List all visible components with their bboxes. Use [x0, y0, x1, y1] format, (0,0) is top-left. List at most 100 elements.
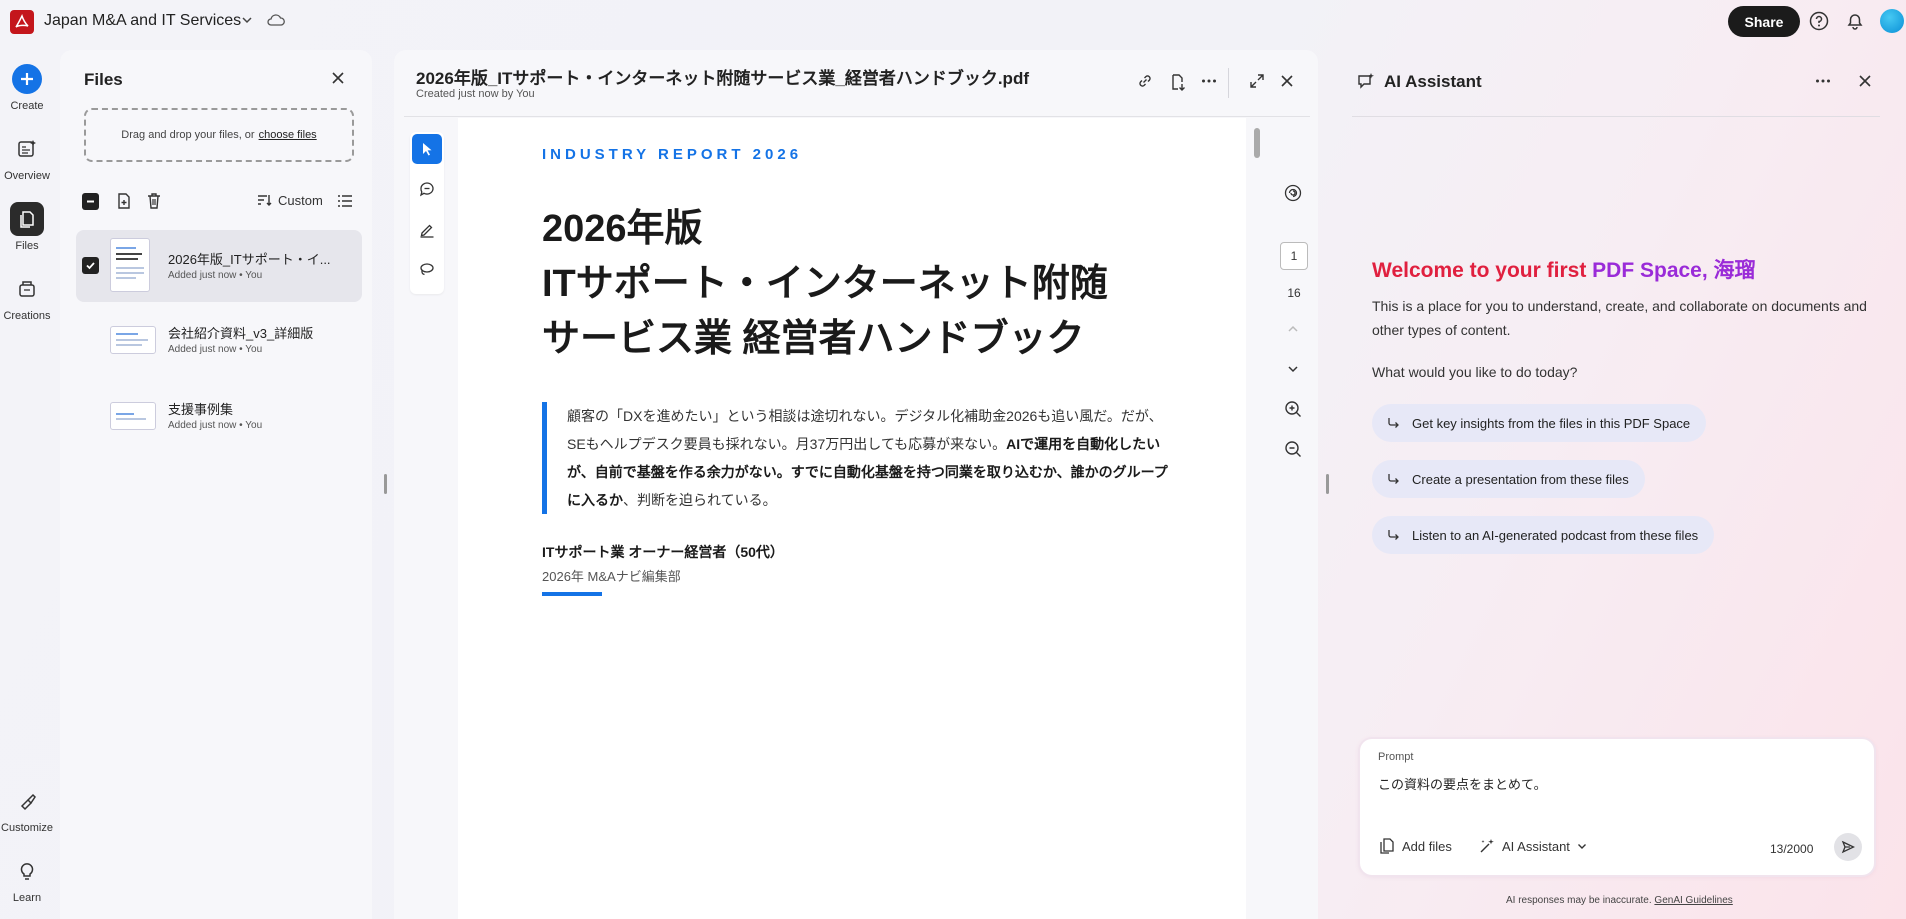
nav-learn-label: Learn — [12, 892, 42, 904]
help-icon[interactable] — [1808, 10, 1830, 32]
copy-link-button[interactable] — [1136, 72, 1154, 90]
document-export-icon — [1172, 74, 1185, 91]
prompt-input[interactable] — [1378, 771, 1856, 795]
expand-button[interactable] — [1248, 72, 1266, 90]
ai-description: This is a place for you to understand, c… — [1372, 298, 1867, 338]
suggestion-podcast[interactable]: Listen to an AI-generated podcast from t… — [1372, 516, 1715, 554]
page-navigation: 1 16 — [1270, 118, 1318, 919]
nav-creations[interactable]: Creations — [0, 272, 54, 322]
user-avatar[interactable] — [1880, 9, 1904, 33]
file-thumbnail — [110, 402, 156, 430]
share-button[interactable]: Share — [1728, 6, 1800, 37]
chevron-down-icon — [1577, 844, 1586, 849]
send-button[interactable] — [1834, 833, 1862, 861]
delete-button[interactable] — [144, 191, 164, 211]
suggestion-presentation[interactable]: Create a presentation from these files — [1372, 460, 1645, 498]
files-resize-handle[interactable] — [384, 474, 387, 494]
welcome-space-name: PDF Space, 海瑠 — [1592, 259, 1756, 282]
creations-icon — [10, 272, 44, 306]
chevron-up-icon — [1288, 325, 1298, 332]
arrow-return-icon — [1388, 530, 1399, 540]
close-icon — [332, 72, 344, 84]
export-pdf-button[interactable] — [1168, 72, 1188, 92]
ai-resize-handle[interactable] — [1326, 474, 1329, 494]
select-tool-button[interactable] — [412, 134, 442, 164]
character-count: 13/2000 — [1770, 842, 1814, 856]
add-files-button[interactable]: Add files — [1378, 837, 1452, 855]
comment-icon — [419, 182, 434, 197]
nav-create-label: Create — [10, 100, 44, 112]
file-list-item[interactable]: 会社紹介資料_v3_詳細版 Added just now • You — [76, 304, 362, 376]
ai-mode-label: AI Assistant — [1502, 838, 1570, 854]
pen-highlight-icon — [420, 224, 434, 238]
customize-brush-icon — [10, 784, 44, 818]
cloud-icon[interactable] — [266, 12, 286, 28]
files-close-button[interactable] — [330, 70, 346, 86]
ai-chat-icon — [1284, 184, 1302, 202]
select-all-checkbox[interactable] — [82, 193, 99, 210]
more-horizontal-icon — [1202, 79, 1216, 83]
nav-create[interactable]: Create — [0, 62, 54, 112]
chevron-down-icon[interactable] — [240, 13, 254, 27]
nav-customize[interactable]: Customize — [0, 784, 54, 834]
choose-files-link[interactable]: choose files — [259, 129, 317, 141]
ai-panel-title: AI Assistant — [1384, 72, 1482, 91]
file-name: 支援事例集 — [168, 402, 234, 417]
current-page-input[interactable]: 1 — [1280, 242, 1308, 270]
send-arrow-icon — [1841, 840, 1855, 854]
ai-summary-button[interactable] — [1282, 182, 1304, 204]
file-thumbnail — [110, 238, 150, 292]
document-more-button[interactable] — [1200, 72, 1218, 90]
file-dropzone[interactable]: Drag and drop your files, or choose file… — [84, 108, 354, 162]
nav-overview[interactable]: Overview — [0, 132, 54, 182]
file-thumbnail — [110, 326, 156, 354]
previous-page-button[interactable] — [1282, 318, 1304, 340]
zoom-out-icon — [1285, 441, 1301, 457]
next-page-button[interactable] — [1282, 358, 1304, 380]
scrollbar-thumb[interactable] — [1254, 128, 1260, 158]
suggestion-label: Create a presentation from these files — [1412, 471, 1629, 487]
sort-button[interactable]: Custom — [256, 192, 323, 208]
notifications-bell-icon[interactable] — [1844, 10, 1866, 32]
sparkle-wand-icon — [1480, 839, 1494, 853]
suggestion-key-insights[interactable]: Get key insights from the files in this … — [1372, 404, 1707, 442]
sort-icon — [258, 195, 272, 206]
lightbulb-icon — [10, 854, 44, 888]
file-checkbox[interactable] — [82, 257, 99, 274]
highlight-tool-button[interactable] — [412, 214, 442, 244]
zoom-in-button[interactable] — [1282, 398, 1304, 420]
zoom-out-button[interactable] — [1282, 438, 1304, 460]
document-close-button[interactable] — [1278, 72, 1296, 90]
files-panel: Files Drag and drop your files, or choos… — [60, 50, 372, 919]
file-name: 2026年版_ITサポート・イ... — [168, 252, 331, 267]
close-icon — [1281, 75, 1293, 87]
link-icon — [1139, 75, 1151, 87]
disclaimer-text: AI responses may be inaccurate. — [1506, 895, 1652, 906]
nav-creations-label: Creations — [3, 310, 51, 322]
ai-close-button[interactable] — [1856, 72, 1874, 90]
space-title[interactable]: Japan M&A and IT Services — [44, 12, 241, 30]
arrow-return-icon — [1388, 474, 1399, 484]
acrobat-logo-icon[interactable] — [10, 10, 34, 34]
arrow-return-icon — [1388, 418, 1399, 428]
file-meta: Added just now • You — [168, 420, 263, 431]
ai-mode-dropdown[interactable]: AI Assistant — [1478, 837, 1588, 855]
nav-files[interactable]: Files — [0, 202, 54, 252]
ai-disclaimer: AI responses may be inaccurate. GenAI Gu… — [1506, 895, 1733, 906]
add-file-button[interactable] — [114, 191, 134, 211]
nav-files-label: Files — [15, 240, 39, 252]
draw-tool-button[interactable] — [412, 254, 442, 284]
file-list-item[interactable]: 2026年版_ITサポート・イ... Added just now • You — [76, 230, 362, 302]
quote-author: ITサポート業 オーナー経営者（50代） — [542, 544, 784, 560]
genai-guidelines-link[interactable]: GenAI Guidelines — [1654, 895, 1732, 906]
comment-tool-button[interactable] — [412, 174, 442, 204]
pdf-page-area: INDUSTRY REPORT 2026 2026年版 ITサポート・インターネ… — [458, 118, 1246, 919]
document-scrollbar[interactable] — [1254, 126, 1262, 919]
report-title: 2026年版 ITサポート・インターネット附随 サービス業 経営者ハンドブック — [542, 202, 1108, 367]
list-view-button[interactable] — [336, 192, 354, 210]
nav-customize-label: Customize — [1, 822, 53, 834]
ai-more-button[interactable] — [1814, 72, 1832, 90]
header-divider — [1228, 68, 1229, 98]
nav-learn[interactable]: Learn — [0, 854, 54, 904]
file-list-item[interactable]: 支援事例集 Added just now • You — [76, 380, 362, 452]
